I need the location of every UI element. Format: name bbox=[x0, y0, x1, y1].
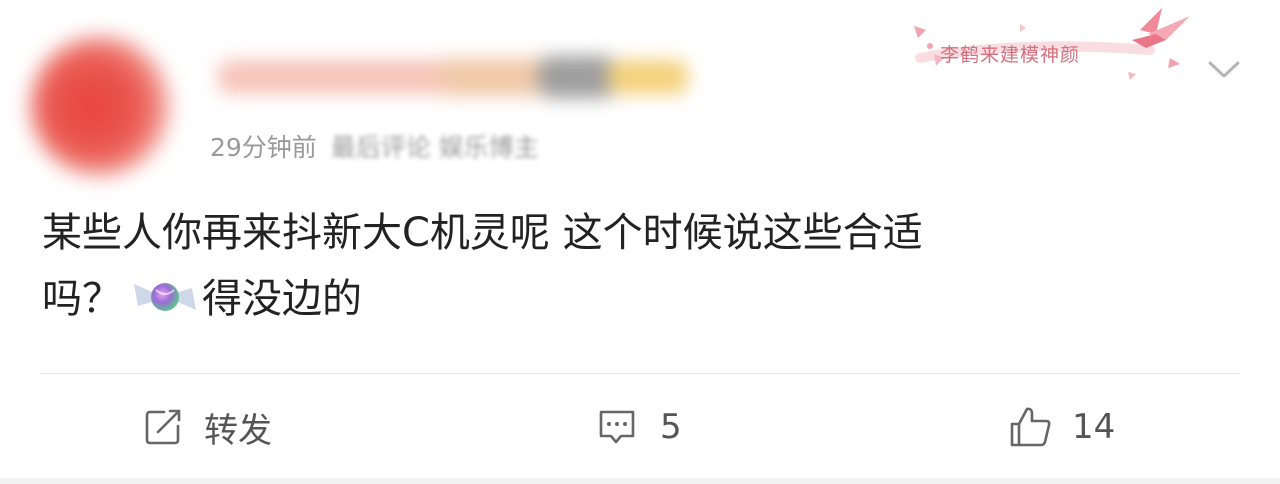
thumbs-up-icon bbox=[1010, 407, 1051, 447]
content-line-1: 某些人你再来抖新大C机灵呢 这个时候说这些合适 bbox=[42, 210, 923, 256]
content-line-2-prefix: 吗？ bbox=[42, 276, 122, 322]
post-source-obscured: 最后评论 娱乐博主 bbox=[330, 133, 539, 162]
avatar[interactable] bbox=[30, 36, 170, 176]
username-blurred[interactable] bbox=[218, 52, 688, 102]
divider bbox=[40, 373, 1240, 374]
comment-count: 5 bbox=[660, 407, 682, 447]
repost-icon bbox=[145, 409, 181, 445]
comment-button[interactable]: 5 bbox=[596, 402, 682, 452]
post-time: 29分钟前 bbox=[210, 133, 317, 162]
decorative-badge: 李鹤来建模神颜 bbox=[900, 6, 1200, 84]
bottom-separator bbox=[0, 478, 1280, 484]
like-count: 14 bbox=[1072, 407, 1116, 447]
repost-button[interactable]: 转发 bbox=[142, 402, 272, 452]
badge-text: 李鹤来建模神颜 bbox=[940, 44, 1081, 66]
post-meta: 29分钟前 最后评论 娱乐博主 bbox=[210, 128, 539, 164]
post-content: 某些人你再来抖新大C机灵呢 这个时候说这些合适 吗？ 得没边的 bbox=[42, 200, 1242, 332]
chevron-down-icon[interactable] bbox=[1204, 54, 1244, 84]
content-line-2: 吗？ 得没边的 bbox=[42, 266, 1242, 332]
candy-icon bbox=[132, 272, 198, 314]
content-line-2-suffix: 得没边的 bbox=[202, 276, 362, 322]
comment-icon bbox=[599, 410, 635, 444]
like-button[interactable]: 14 bbox=[1008, 402, 1115, 452]
repost-label: 转发 bbox=[204, 410, 272, 451]
comment-card: 29分钟前 最后评论 娱乐博主 李鹤来建模神颜 某些人你再来抖新大C机灵呢 这个时… bbox=[0, 0, 1280, 484]
